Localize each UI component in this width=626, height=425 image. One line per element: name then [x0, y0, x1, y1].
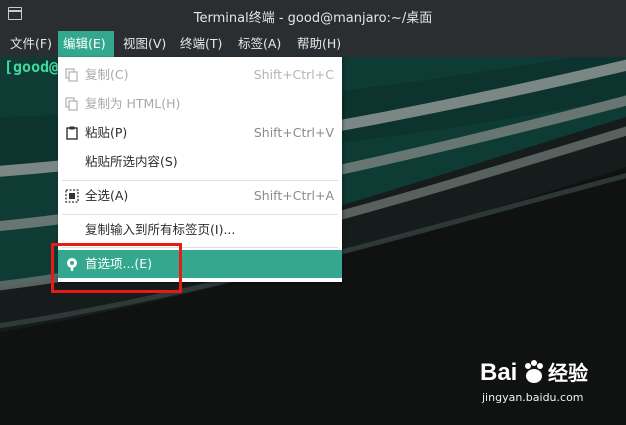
terminal-prompt: [good@: [4, 58, 59, 76]
menu-item-paste-selection[interactable]: 粘贴所选内容(S): [58, 148, 342, 176]
menu-help[interactable]: 帮助(H): [292, 31, 346, 57]
svg-text:经验: 经验: [548, 361, 588, 385]
copy-html-icon: [65, 97, 78, 111]
menu-edit[interactable]: 编辑(E): [58, 31, 114, 57]
menu-file[interactable]: 文件(F): [5, 31, 57, 57]
watermark-url: jingyan.baidu.com: [482, 391, 584, 404]
title-bar: Terminal终端 - good@manjaro:~/桌面: [0, 0, 626, 31]
menu-item-paste[interactable]: 粘贴(P) Shift+Ctrl+V: [58, 119, 342, 147]
menu-tabs[interactable]: 标签(A): [233, 31, 286, 57]
menu-item-select-all[interactable]: 全选(A) Shift+Ctrl+A: [58, 182, 342, 210]
annotation-highlight-box: [51, 243, 182, 293]
paste-icon: [66, 126, 78, 140]
menu-item-copy-input-all-tabs[interactable]: 复制输入到所有标签页(I)...: [58, 216, 342, 244]
menu-separator: [62, 180, 338, 181]
menu-item-copy[interactable]: 复制(C) Shift+Ctrl+C: [58, 61, 342, 89]
svg-text:Bai: Bai: [480, 359, 517, 386]
window-title: Terminal终端 - good@manjaro:~/桌面: [193, 11, 433, 26]
baidu-watermark: Bai 经验 jingyan.baidu.com: [480, 356, 622, 404]
menu-bar: 文件(F) 编辑(E) 视图(V) 终端(T) 标签(A) 帮助(H): [0, 31, 626, 57]
menu-item-copy-html[interactable]: 复制为 HTML(H): [58, 90, 342, 118]
menu-terminal[interactable]: 终端(T): [175, 31, 227, 57]
baidu-jingyan-logo: Bai 经验: [480, 359, 588, 386]
menu-separator: [62, 214, 338, 215]
copy-icon: [65, 68, 78, 82]
menu-view[interactable]: 视图(V): [118, 31, 171, 57]
select-all-icon: [65, 189, 79, 203]
